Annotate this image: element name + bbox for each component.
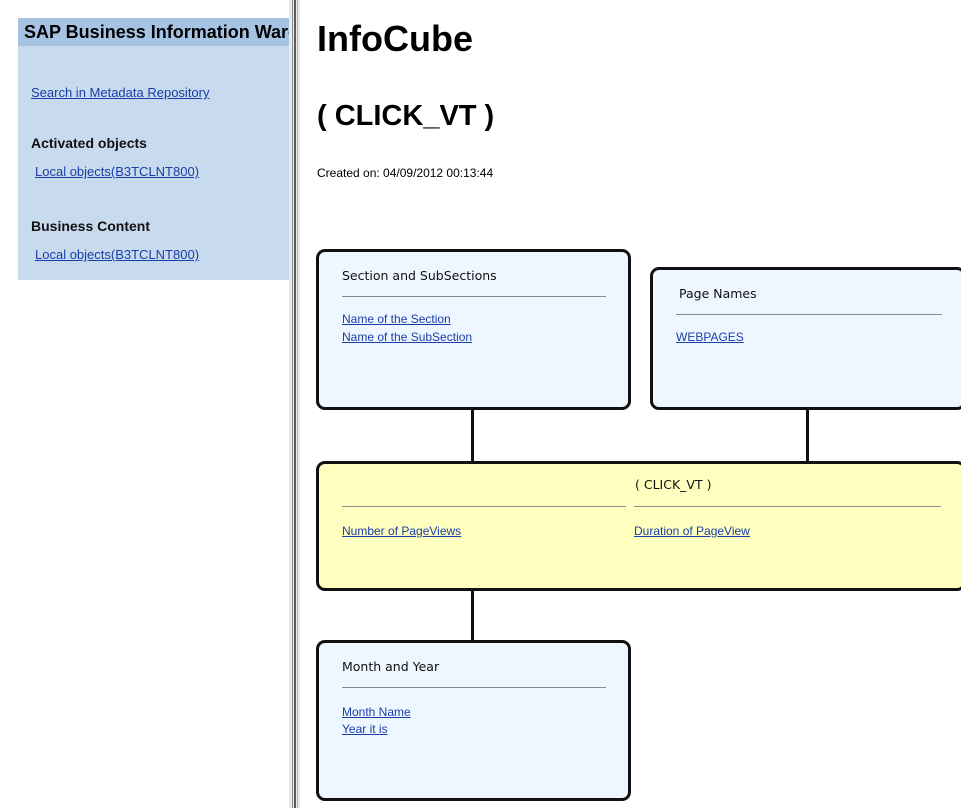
frame-splitter[interactable]	[289, 0, 300, 808]
navigation-header: SAP Business Information Warehouse	[18, 18, 289, 46]
business-local-objects-link[interactable]: Local objects(B3TCLNT800)	[35, 247, 199, 262]
time-box-title: Month and Year	[342, 659, 440, 674]
splitter-groove	[294, 0, 296, 808]
divider	[342, 296, 606, 297]
navigation-panel: SAP Business Information Warehouse Searc…	[18, 18, 289, 280]
page-names-dimension-box: Page Names WEBPAGES	[650, 267, 961, 410]
section-name-link[interactable]: Name of the Section	[342, 312, 451, 326]
created-timestamp: Created on: 04/09/2012 00:13:44	[317, 166, 494, 180]
page-names-box-title: Page Names	[679, 286, 757, 301]
divider	[342, 687, 606, 688]
activated-local-objects-link[interactable]: Local objects(B3TCLNT800)	[35, 164, 199, 179]
page-title: InfoCube	[317, 18, 473, 59]
connector-line	[471, 589, 474, 642]
duration-of-pageview-link[interactable]: Duration of PageView	[634, 524, 750, 538]
divider	[342, 506, 626, 507]
navigation-frame: SAP Business Information Warehouse Searc…	[0, 0, 289, 808]
connector-line	[471, 407, 474, 463]
connector-line	[806, 407, 809, 463]
subsection-name-link[interactable]: Name of the SubSection	[342, 330, 472, 344]
number-of-pageviews-link[interactable]: Number of PageViews	[342, 524, 461, 538]
section-box-title: Section and SubSections	[342, 268, 497, 283]
business-content-heading: Business Content	[31, 218, 151, 234]
infocube-fact-box: ( CLICK_VT ) Number of PageViews Duratio…	[316, 461, 961, 591]
time-dimension-box: Month and Year Month Name Year it is	[316, 640, 631, 801]
search-metadata-link[interactable]: Search in Metadata Repository	[31, 85, 209, 100]
cube-box-title: ( CLICK_VT )	[635, 477, 712, 492]
splitter-groove	[297, 0, 298, 808]
divider	[676, 314, 942, 315]
splitter-groove	[292, 0, 293, 808]
divider	[634, 506, 941, 507]
webpages-link[interactable]: WEBPAGES	[676, 330, 744, 344]
section-dimension-box: Section and SubSections Name of the Sect…	[316, 249, 631, 410]
page-subtitle: ( CLICK_VT )	[317, 100, 495, 132]
month-name-link[interactable]: Month Name	[342, 705, 411, 719]
year-link[interactable]: Year it is	[342, 722, 388, 736]
activated-objects-heading: Activated objects	[31, 135, 147, 151]
